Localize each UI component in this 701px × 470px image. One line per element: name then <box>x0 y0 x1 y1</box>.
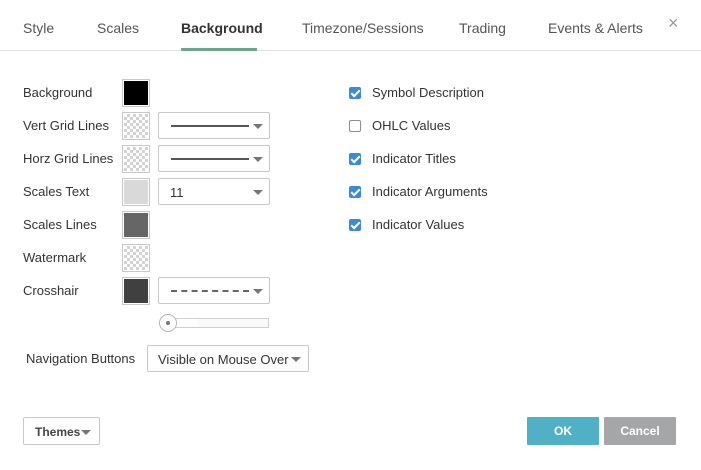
background-color-fill <box>124 81 148 105</box>
chevron-down-icon <box>253 190 263 195</box>
checkbox-label: Indicator Titles <box>372 151 456 166</box>
background-label: Background <box>23 85 93 100</box>
crosshair-color-swatch[interactable] <box>122 277 150 305</box>
vert-grid-line-style-dropdown[interactable] <box>158 112 270 139</box>
chevron-down-icon <box>253 124 263 129</box>
solid-line-preview <box>171 158 249 160</box>
ok-button[interactable]: OK <box>527 417 599 445</box>
watermark-label: Watermark <box>23 250 87 265</box>
crosshair-line-style-dropdown[interactable] <box>158 277 270 304</box>
horz-grid-lines-color-swatch[interactable] <box>122 145 150 173</box>
chevron-down-icon <box>291 357 301 362</box>
checkbox-checked-icon <box>349 87 361 99</box>
scales-lines-label: Scales Lines <box>23 217 97 232</box>
watermark-color-swatch[interactable] <box>122 244 150 272</box>
checkbox-label: Indicator Arguments <box>372 184 488 199</box>
checkbox-label: Symbol Description <box>372 85 484 100</box>
scales-text-font-size-dropdown[interactable]: 11 <box>158 178 270 205</box>
transparent-color-fill <box>124 246 148 270</box>
active-tab-indicator <box>181 48 257 51</box>
slider-handle[interactable] <box>159 314 177 332</box>
themes-button-label: Themes <box>35 425 81 439</box>
navigation-buttons-value: Visible on Mouse Over <box>158 352 289 367</box>
cancel-button-label: Cancel <box>620 424 660 438</box>
scales-text-color-swatch[interactable] <box>122 178 150 206</box>
tab-trading[interactable]: Trading <box>459 20 506 36</box>
navigation-buttons-select[interactable]: Visible on Mouse Over <box>147 345 309 372</box>
scales-text-label: Scales Text <box>23 184 90 199</box>
scales-lines-color-swatch[interactable] <box>122 211 150 239</box>
tab-background[interactable]: Background <box>181 20 263 36</box>
checkbox-label: OHLC Values <box>372 118 451 133</box>
horz-grid-line-style-dropdown[interactable] <box>158 145 270 172</box>
crosshair-opacity-slider[interactable] <box>159 314 270 332</box>
vert-grid-lines-color-swatch[interactable] <box>122 112 150 140</box>
background-color-swatch[interactable] <box>122 79 150 107</box>
tab-style[interactable]: Style <box>23 20 54 36</box>
close-icon[interactable]: × <box>668 14 679 32</box>
scales-text-color-fill <box>124 180 148 204</box>
tab-scales[interactable]: Scales <box>97 20 139 36</box>
tab-timezone-sessions[interactable]: Timezone/Sessions <box>302 20 424 36</box>
crosshair-color-fill <box>124 279 148 303</box>
checkbox-unchecked-icon <box>349 120 361 132</box>
tab-bar: Style Scales Background Timezone/Session… <box>0 0 701 51</box>
ok-button-label: OK <box>554 424 572 438</box>
checkbox-checked-icon <box>349 219 361 231</box>
solid-line-preview <box>171 125 249 127</box>
crosshair-label: Crosshair <box>23 283 79 298</box>
vert-grid-lines-label: Vert Grid Lines <box>23 118 109 133</box>
horz-grid-lines-label: Horz Grid Lines <box>23 151 114 166</box>
navigation-buttons-label: Navigation Buttons <box>26 351 136 366</box>
checkbox-checked-icon <box>349 153 361 165</box>
checkbox-label: Indicator Values <box>372 217 465 232</box>
transparent-color-fill <box>124 114 148 138</box>
checkbox-checked-icon <box>349 186 361 198</box>
transparent-color-fill <box>124 147 148 171</box>
tab-events-alerts[interactable]: Events & Alerts <box>548 20 643 36</box>
scales-lines-color-fill <box>124 213 148 237</box>
cancel-button[interactable]: Cancel <box>604 417 676 445</box>
chevron-down-icon <box>81 430 91 435</box>
dashed-line-preview <box>171 290 249 292</box>
themes-dropdown-button[interactable]: Themes <box>23 417 100 445</box>
chevron-down-icon <box>253 289 263 294</box>
chevron-down-icon <box>253 157 263 162</box>
font-size-value: 11 <box>170 185 184 200</box>
